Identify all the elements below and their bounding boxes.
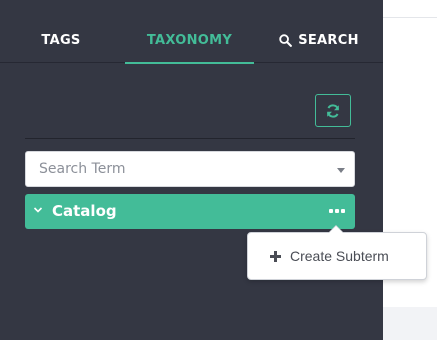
sidebar: TAGS TAXONOMY SEARCH Search Term Catalog bbox=[0, 0, 383, 340]
chevron-down-icon[interactable] bbox=[33, 206, 43, 214]
menu-item-create-subterm[interactable]: Create Subterm bbox=[248, 233, 426, 279]
refresh-icon bbox=[327, 103, 339, 118]
tab-bar: TAGS TAXONOMY SEARCH bbox=[0, 17, 383, 64]
search-term-select[interactable]: Search Term bbox=[25, 151, 355, 187]
tab-taxonomy[interactable]: TAXONOMY bbox=[125, 17, 254, 64]
menu-item-label: Create Subterm bbox=[290, 248, 389, 264]
context-menu: Create Subterm bbox=[247, 225, 427, 280]
tab-tags[interactable]: TAGS bbox=[22, 17, 100, 63]
tab-search[interactable]: SEARCH bbox=[268, 17, 370, 63]
tab-taxonomy-label: TAXONOMY bbox=[146, 32, 233, 48]
tab-search-label: SEARCH bbox=[298, 32, 359, 48]
search-icon bbox=[279, 33, 293, 47]
chevron-down-icon[interactable] bbox=[337, 168, 345, 173]
more-dot bbox=[335, 209, 339, 213]
search-term-placeholder: Search Term bbox=[39, 161, 126, 177]
term-row-catalog[interactable]: Catalog bbox=[25, 194, 355, 229]
refresh-button[interactable] bbox=[315, 94, 351, 127]
plus-icon bbox=[270, 250, 281, 262]
more-icon[interactable] bbox=[327, 203, 347, 219]
header-divider bbox=[383, 17, 437, 18]
content-area bbox=[383, 0, 437, 340]
tab-tags-label: TAGS bbox=[41, 32, 81, 48]
term-label: Catalog bbox=[52, 202, 117, 220]
divider bbox=[25, 138, 355, 139]
more-dot bbox=[341, 209, 345, 213]
more-dot bbox=[329, 209, 333, 213]
footer-area bbox=[383, 307, 437, 340]
